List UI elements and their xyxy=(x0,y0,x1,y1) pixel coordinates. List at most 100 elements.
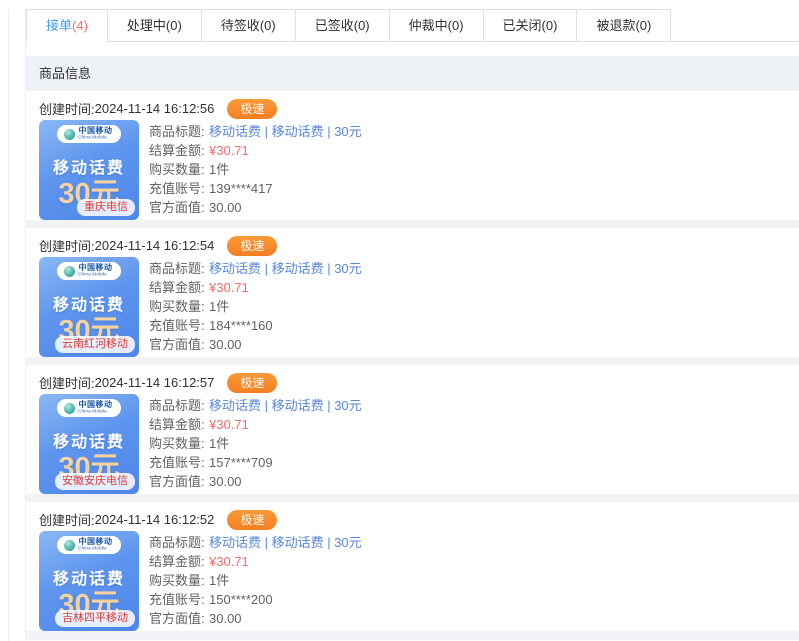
order-body: 中国移动 China Mobile 移动话费 30元 云南红河移动 商品标题: … xyxy=(39,257,799,357)
order-fields: 商品标题: 移动话费 | 移动话费 | 30元 结算金额: ¥30.71 购买数… xyxy=(149,531,362,631)
tab-label: 已关闭 xyxy=(503,18,542,33)
order-created-line: 创建时间:2024-11-14 16:12:52 极速 xyxy=(39,509,799,530)
region-badge: 吉林四平移动 xyxy=(55,610,135,627)
product-title-link[interactable]: 移动话费 | 移动话费 | 30元 xyxy=(209,259,362,278)
product-image[interactable]: 中国移动 China Mobile 移动话费 30元 云南红河移动 xyxy=(39,257,139,357)
order-fields: 商品标题: 移动话费 | 移动话费 | 30元 结算金额: ¥30.71 购买数… xyxy=(149,257,362,357)
china-mobile-brand-pill: 中国移动 China Mobile xyxy=(57,262,120,280)
field-row: 充值账号: 150****200 xyxy=(149,590,362,609)
speed-badge: 极速 xyxy=(227,99,277,119)
settle-amount-value: ¥30.71 xyxy=(209,552,249,571)
brand-name-cn: 中国移动 xyxy=(78,401,113,409)
recharge-account-value: 157****709 xyxy=(209,453,273,472)
field-row: 充值账号: 184****160 xyxy=(149,316,362,335)
region-badge: 云南红河移动 xyxy=(55,336,135,353)
tab-item[interactable]: 接单(4) xyxy=(26,9,108,42)
field-row: 结算金额: ¥30.71 xyxy=(149,552,362,571)
product-name: 移动话费 xyxy=(53,428,125,452)
field-label: 购买数量: xyxy=(149,297,209,316)
order-fields: 商品标题: 移动话费 | 移动话费 | 30元 结算金额: ¥30.71 购买数… xyxy=(149,120,362,220)
order-created-label: 创建时间: xyxy=(39,236,95,255)
field-label: 结算金额: xyxy=(149,552,209,571)
field-label: 充值账号: xyxy=(149,590,209,609)
china-mobile-icon xyxy=(64,540,75,551)
product-image[interactable]: 中国移动 China Mobile 移动话费 30元 吉林四平移动 xyxy=(39,531,139,631)
speed-badge: 极速 xyxy=(227,373,277,393)
panel-header-title: 商品信息 xyxy=(39,66,91,81)
field-row: 结算金额: ¥30.71 xyxy=(149,415,362,434)
tab-item[interactable]: 已签收(0) xyxy=(296,9,390,42)
china-mobile-brand-pill: 中国移动 China Mobile xyxy=(57,125,120,143)
field-row: 结算金额: ¥30.71 xyxy=(149,141,362,160)
order-row: 创建时间:2024-11-14 16:12:57 极速 中国移动 China M… xyxy=(26,365,799,494)
field-row: 充值账号: 139****417 xyxy=(149,179,362,198)
product-title-link[interactable]: 移动话费 | 移动话费 | 30元 xyxy=(209,396,362,415)
field-label: 官方面值: xyxy=(149,335,209,354)
order-body: 中国移动 China Mobile 移动话费 30元 重庆电信 商品标题: 移动… xyxy=(39,120,799,220)
brand-name-cn: 中国移动 xyxy=(78,264,113,272)
page-left-divider xyxy=(8,9,9,641)
field-label: 官方面值: xyxy=(149,472,209,491)
brand-name-en: China Mobile xyxy=(78,135,107,140)
speed-badge: 极速 xyxy=(227,510,277,530)
tab-count: (0) xyxy=(166,18,182,33)
tab-count: (0) xyxy=(635,18,651,33)
china-mobile-icon xyxy=(64,266,75,277)
order-management-panel: 接单(4) 处理中(0) 待签收(0) 已签收(0) 仲裁中(0) 已关闭(0)… xyxy=(25,9,799,641)
quantity-value: 1件 xyxy=(209,160,229,179)
order-body: 中国移动 China Mobile 移动话费 30元 吉林四平移动 商品标题: … xyxy=(39,531,799,631)
product-title-link[interactable]: 移动话费 | 移动话费 | 30元 xyxy=(209,122,362,141)
settle-amount-value: ¥30.71 xyxy=(209,141,249,160)
field-row: 商品标题: 移动话费 | 移动话费 | 30元 xyxy=(149,259,362,278)
tab-count: (4) xyxy=(72,18,88,33)
china-mobile-brand-text: 中国移动 China Mobile xyxy=(78,127,113,141)
tab-count: (0) xyxy=(448,18,464,33)
region-badge: 安徽安庆电信 xyxy=(55,473,135,490)
china-mobile-icon xyxy=(64,129,75,140)
china-mobile-brand-pill: 中国移动 China Mobile xyxy=(57,399,120,417)
field-row: 官方面值: 30.00 xyxy=(149,472,362,491)
quantity-value: 1件 xyxy=(209,434,229,453)
tab-item[interactable]: 仲裁中(0) xyxy=(390,9,484,42)
field-row: 充值账号: 157****709 xyxy=(149,453,362,472)
order-body: 中国移动 China Mobile 移动话费 30元 安徽安庆电信 商品标题: … xyxy=(39,394,799,494)
field-label: 商品标题: xyxy=(149,122,209,141)
product-title-link[interactable]: 移动话费 | 移动话费 | 30元 xyxy=(209,533,362,552)
order-row: 创建时间:2024-11-14 16:12:56 极速 中国移动 China M… xyxy=(26,91,799,220)
field-row: 商品标题: 移动话费 | 移动话费 | 30元 xyxy=(149,533,362,552)
tab-item[interactable]: 被退款(0) xyxy=(577,9,671,42)
quantity-value: 1件 xyxy=(209,571,229,590)
field-label: 充值账号: xyxy=(149,179,209,198)
china-mobile-icon xyxy=(64,403,75,414)
order-created-label: 创建时间: xyxy=(39,510,95,529)
field-label: 充值账号: xyxy=(149,453,209,472)
field-label: 充值账号: xyxy=(149,316,209,335)
face-value: 30.00 xyxy=(209,609,242,628)
brand-name-en: China Mobile xyxy=(78,272,107,277)
order-list: 创建时间: 2024-11-14 16:12:56 极速 中国移动 China M… xyxy=(26,91,799,640)
china-mobile-brand-text: 中国移动 China Mobile xyxy=(78,401,113,415)
order-row: 创建时间:2024-11-14 16:12:54 极速 中国移动 China M… xyxy=(26,228,799,357)
china-mobile-brand-text: 中国移动 China Mobile xyxy=(78,264,113,278)
tab-item[interactable]: 待签收(0) xyxy=(202,9,296,42)
order-created-time: 2024-11-14 16:12:56 xyxy=(95,101,215,116)
field-label: 官方面值: xyxy=(149,198,209,217)
brand-name-cn: 中国移动 xyxy=(78,127,113,135)
product-image[interactable]: 中国移动 China Mobile 移动话费 30元 安徽安庆电信 xyxy=(39,394,139,494)
product-image[interactable]: 中国移动 China Mobile 移动话费 30元 重庆电信 xyxy=(39,120,139,220)
tab-count: (0) xyxy=(354,18,370,33)
order-created-line: 创建时间:2024-11-14 16:12:57 极速 xyxy=(39,372,799,393)
tab-item[interactable]: 已关闭(0) xyxy=(484,9,578,42)
product-name: 移动话费 xyxy=(53,154,125,178)
tab-count: (0) xyxy=(260,18,276,33)
order-created-line: 创建时间:2024-11-14 16:12:54 极速 xyxy=(39,235,799,256)
order-fields: 商品标题: 移动话费 | 移动话费 | 30元 结算金额: ¥30.71 购买数… xyxy=(149,394,362,494)
tab-label: 被退款 xyxy=(596,18,635,33)
quantity-value: 1件 xyxy=(209,297,229,316)
field-row: 购买数量: 1件 xyxy=(149,434,362,453)
tab-item[interactable]: 处理中(0) xyxy=(108,9,202,42)
recharge-account-value: 150****200 xyxy=(209,590,273,609)
field-row: 官方面值: 30.00 xyxy=(149,198,362,217)
field-row: 官方面值: 30.00 xyxy=(149,335,362,354)
tab-count: (0) xyxy=(542,18,558,33)
